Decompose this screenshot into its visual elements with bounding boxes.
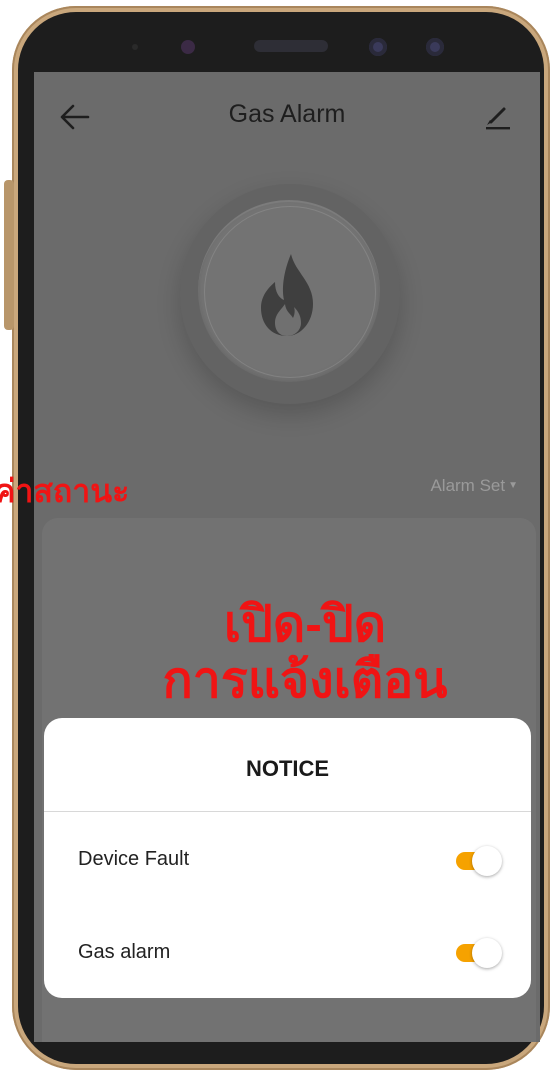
alarm-set-label: Alarm Set [430,476,506,495]
toggle-annotation-line2: การแจ้งเตือน [162,652,448,708]
page-title: Gas Alarm [228,100,346,128]
toggle-annotation: เปิด-ปิด การแจ้งเตือน [140,596,470,708]
toggle-knob [472,846,502,876]
device-fault-toggle[interactable] [456,846,504,876]
pencil-icon[interactable] [482,100,512,130]
gas-alarm-label: Gas alarm [78,941,171,963]
status-annotation: ค่าสถานะ [0,473,130,509]
gas-alarm-toggle[interactable] [456,938,504,968]
notice-title: NOTICE [245,756,330,781]
front-camera [369,38,387,56]
earpiece-speaker [254,40,328,52]
divider [44,811,531,812]
flame-icon [261,254,313,336]
caret-down-icon: ▼ [508,480,518,491]
app-bar: Gas Alarm [34,72,540,162]
front-sensor [181,40,195,54]
notice-sheet: NOTICE Device Fault Gas alarm [44,718,531,998]
device-fault-label: Device Fault [78,848,190,870]
front-sensor [132,44,138,50]
toggle-annotation-line1: เปิด-ปิด [223,596,387,652]
toggle-knob [472,938,502,968]
front-camera [426,38,444,56]
alarm-set-dropdown[interactable]: Alarm Set ▼ [430,476,518,496]
phone-side-button [4,180,14,330]
